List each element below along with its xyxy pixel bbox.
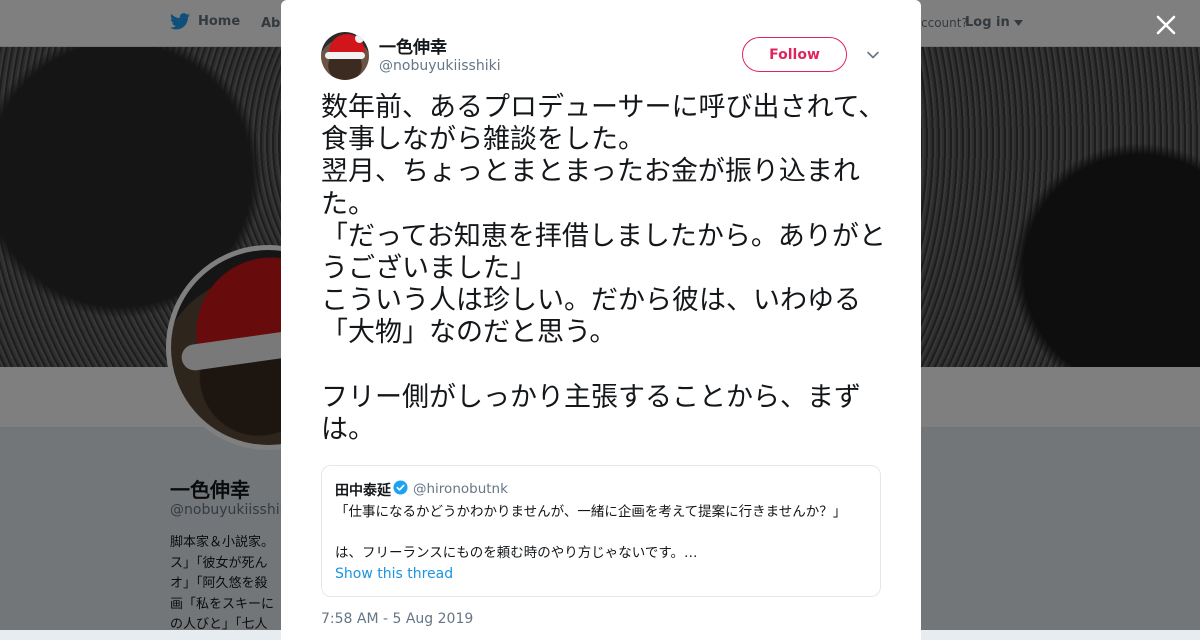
tweet-text: 数年前、あるプロデューサーに呼び出されて、食事しながら雑談をした。 翌月、ちょっ… — [321, 92, 886, 446]
tweet-more-menu[interactable] — [866, 47, 880, 61]
follow-button[interactable]: Follow — [742, 37, 847, 72]
quoted-author-handle: @hironobutnk — [413, 481, 508, 497]
tweet-timestamp[interactable]: 7:58 AM - 5 Aug 2019 — [321, 611, 473, 627]
quoted-tweet[interactable]: 田中泰延 @hironobutnk 「仕事になるかどうかわかりませんが、一緒に企… — [321, 465, 881, 597]
close-modal-button[interactable] — [1153, 12, 1179, 38]
quoted-author-name: 田中泰延 — [335, 483, 391, 499]
quoted-tweet-text: 「仕事になるかどうかわかりませんが、一緒に企画を考えて提案に行きませんか？」 は… — [335, 504, 847, 561]
tweet-modal: 一色伸幸 @nobuyukiisshiki Follow 数年前、あるプロデュー… — [281, 0, 921, 640]
verified-badge-icon — [393, 480, 408, 495]
show-thread-link[interactable]: Show this thread — [335, 566, 453, 582]
chevron-down-icon — [867, 51, 879, 59]
tweet-author-handle[interactable]: @nobuyukiisshiki — [379, 58, 501, 74]
tweet-author-name[interactable]: 一色伸幸 — [379, 33, 447, 58]
tweet-author-avatar[interactable] — [321, 32, 369, 80]
close-icon — [1156, 15, 1176, 35]
